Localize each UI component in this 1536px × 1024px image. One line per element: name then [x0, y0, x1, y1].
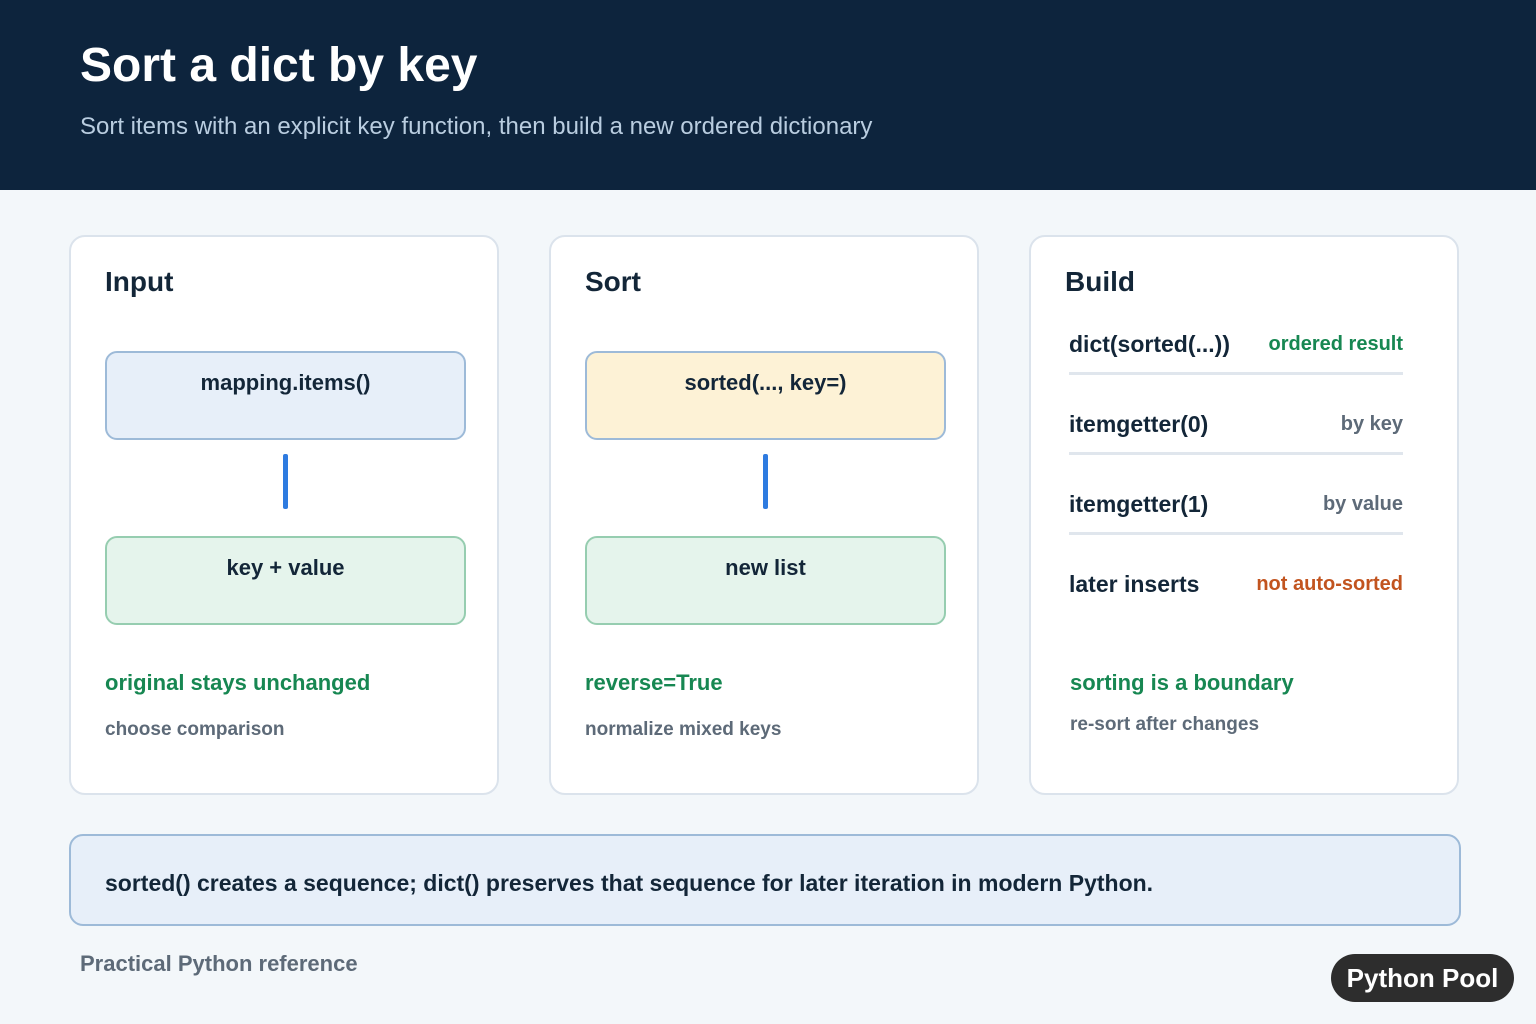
input-card-title: Input: [105, 266, 174, 297]
build-card-title: Build: [1065, 266, 1135, 297]
sort-connector: [763, 454, 768, 509]
new-list-box: new list: [585, 536, 946, 625]
build-row-code: dict(sorted(...)): [1069, 331, 1230, 357]
row-divider: [1069, 372, 1403, 375]
build-card: Build dict(sorted(...)) ordered result i…: [1029, 235, 1459, 795]
build-row-code: later inserts: [1069, 571, 1200, 597]
page-title: Sort a dict by key: [80, 39, 478, 92]
build-row-tag: not auto-sorted: [1256, 573, 1403, 595]
brand-logo: Python Pool: [1331, 954, 1514, 1002]
sort-card: Sort sorted(..., key=) new list reverse=…: [549, 235, 979, 795]
build-row-tag: by key: [1340, 413, 1403, 435]
input-note-primary: original stays unchanged: [105, 670, 371, 695]
mapping-items-box: mapping.items(): [105, 351, 466, 440]
build-row-code: itemgetter(0): [1069, 411, 1209, 437]
input-connector: [283, 454, 288, 509]
callout-text: sorted() creates a sequence; dict() pres…: [105, 870, 1154, 896]
build-row: later inserts not auto-sorted: [1069, 570, 1403, 650]
page-subtitle: Sort items with an explicit key function…: [80, 113, 873, 140]
footer-caption: Practical Python reference: [80, 951, 358, 976]
build-note-primary: sorting is a boundary: [1070, 670, 1294, 695]
row-divider: [1069, 532, 1403, 535]
sort-card-title: Sort: [585, 266, 641, 297]
sort-note-primary: reverse=True: [585, 670, 723, 695]
build-row: itemgetter(0) by key: [1069, 410, 1403, 490]
build-row-tag: ordered result: [1268, 333, 1403, 355]
build-row: dict(sorted(...)) ordered result: [1069, 330, 1403, 410]
row-divider: [1069, 452, 1403, 455]
input-note-secondary: choose comparison: [105, 719, 285, 740]
key-value-box: key + value: [105, 536, 466, 625]
build-row-tag: by value: [1322, 493, 1403, 515]
build-row-code: itemgetter(1): [1069, 491, 1209, 517]
build-note-secondary: re-sort after changes: [1070, 714, 1260, 735]
sort-note-secondary: normalize mixed keys: [585, 719, 782, 740]
build-row: itemgetter(1) by value: [1069, 490, 1403, 570]
header-banner: Sort a dict by key Sort items with an ex…: [0, 0, 1536, 190]
summary-callout: sorted() creates a sequence; dict() pres…: [69, 834, 1461, 926]
sorted-call-box: sorted(..., key=): [585, 351, 946, 440]
input-card: Input mapping.items() key + value origin…: [69, 235, 499, 795]
